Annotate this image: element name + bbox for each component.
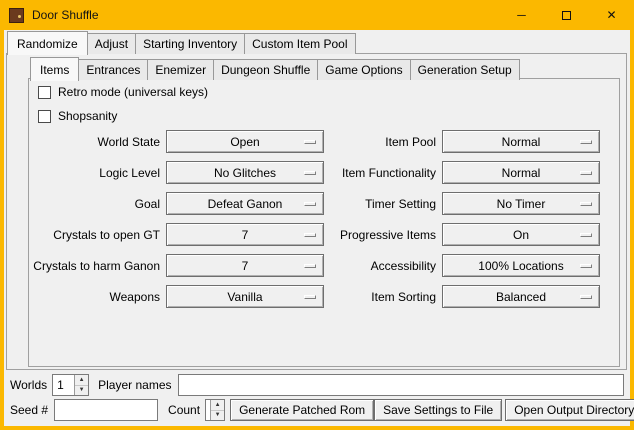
count-spinner-arrows: ▲ ▼ xyxy=(210,400,224,420)
goal-label: Goal xyxy=(32,197,160,211)
tab-items[interactable]: Items xyxy=(30,57,79,81)
seed-label: Seed # xyxy=(10,403,48,417)
dropdown-indicator-icon xyxy=(580,264,592,268)
client-area: Randomize Adjust Starting Inventory Cust… xyxy=(4,30,630,426)
retro-mode-checkbox[interactable] xyxy=(38,86,51,99)
item-functionality-label: Item Functionality xyxy=(330,166,436,180)
dropdown-indicator-icon xyxy=(580,202,592,206)
worlds-row: Worlds ▲ ▼ Player names xyxy=(10,374,624,396)
item-pool-label: Item Pool xyxy=(330,135,436,149)
accessibility-dropdown[interactable]: 100% Locations xyxy=(442,254,600,277)
tab-starting-inventory[interactable]: Starting Inventory xyxy=(135,33,245,54)
window-controls: ─ ✕ xyxy=(499,0,634,30)
accessibility-label: Accessibility xyxy=(330,259,436,273)
shopsanity-row: Shopsanity xyxy=(38,109,117,123)
save-settings-button[interactable]: Save Settings to File xyxy=(374,399,502,421)
crystals-gt-label: Crystals to open GT xyxy=(32,228,160,242)
weapons-label: Weapons xyxy=(32,290,160,304)
maximize-icon xyxy=(562,11,571,20)
shopsanity-label: Shopsanity xyxy=(58,109,117,123)
item-functionality-dropdown[interactable]: Normal xyxy=(442,161,600,184)
dropdown-indicator-icon xyxy=(580,295,592,299)
seed-row: Seed # Count ▲ ▼ Generate Patched Rom Sa… xyxy=(10,399,624,421)
title-bar: Door Shuffle ─ ✕ xyxy=(0,0,634,30)
spinner-down-icon[interactable]: ▼ xyxy=(211,410,224,421)
goal-value: Defeat Ganon xyxy=(208,197,283,211)
dropdown-indicator-icon xyxy=(580,233,592,237)
tab-generation-setup[interactable]: Generation Setup xyxy=(410,59,520,80)
sub-tab-bar: Items Entrances Enemizer Dungeon Shuffle… xyxy=(30,57,520,80)
logic-level-value: No Glitches xyxy=(214,166,276,180)
crystals-ganon-value: 7 xyxy=(242,259,249,273)
retro-mode-label: Retro mode (universal keys) xyxy=(58,85,208,99)
minimize-icon: ─ xyxy=(517,8,526,22)
dropdown-indicator-icon xyxy=(304,295,316,299)
timer-setting-dropdown[interactable]: No Timer xyxy=(442,192,600,215)
logic-level-dropdown[interactable]: No Glitches xyxy=(166,161,324,184)
tab-enemizer[interactable]: Enemizer xyxy=(147,59,214,80)
tab-dungeon-shuffle[interactable]: Dungeon Shuffle xyxy=(213,59,318,80)
dropdown-indicator-icon xyxy=(304,233,316,237)
item-pool-value: Normal xyxy=(502,135,541,149)
close-icon: ✕ xyxy=(606,8,616,22)
goal-dropdown[interactable]: Defeat Ganon xyxy=(166,192,324,215)
weapons-value: Vanilla xyxy=(227,290,262,304)
spinner-down-icon[interactable]: ▼ xyxy=(75,385,88,396)
tab-game-options[interactable]: Game Options xyxy=(317,59,410,80)
worlds-spinner-arrows: ▲ ▼ xyxy=(74,375,88,395)
minimize-button[interactable]: ─ xyxy=(499,0,544,30)
worlds-spinner[interactable]: ▲ ▼ xyxy=(52,374,89,396)
progressive-items-label: Progressive Items xyxy=(330,228,436,242)
world-state-label: World State xyxy=(32,135,160,149)
progressive-items-dropdown[interactable]: On xyxy=(442,223,600,246)
item-sorting-value: Balanced xyxy=(496,290,546,304)
timer-setting-value: No Timer xyxy=(497,197,546,211)
window-title: Door Shuffle xyxy=(32,8,99,22)
world-state-value: Open xyxy=(230,135,259,149)
player-names-label: Player names xyxy=(98,378,171,392)
dropdown-indicator-icon xyxy=(304,264,316,268)
item-pool-dropdown[interactable]: Normal xyxy=(442,130,600,153)
tab-adjust[interactable]: Adjust xyxy=(87,33,136,54)
crystals-ganon-label: Crystals to harm Ganon xyxy=(32,259,160,273)
item-sorting-dropdown[interactable]: Balanced xyxy=(442,285,600,308)
dropdown-indicator-icon xyxy=(304,171,316,175)
tab-randomize[interactable]: Randomize xyxy=(7,31,88,55)
player-names-input[interactable] xyxy=(178,374,625,396)
worlds-input[interactable] xyxy=(53,375,74,395)
tab-entrances[interactable]: Entrances xyxy=(78,59,148,80)
generate-patched-rom-button[interactable]: Generate Patched Rom xyxy=(230,399,374,421)
weapons-dropdown[interactable]: Vanilla xyxy=(166,285,324,308)
count-spinner[interactable]: ▲ ▼ xyxy=(205,399,225,421)
logic-level-label: Logic Level xyxy=(32,166,160,180)
worlds-label: Worlds xyxy=(10,378,47,392)
crystals-gt-value: 7 xyxy=(242,228,249,242)
seed-input[interactable] xyxy=(54,399,158,421)
shopsanity-checkbox[interactable] xyxy=(38,110,51,123)
dropdown-indicator-icon xyxy=(304,140,316,144)
dropdown-indicator-icon xyxy=(304,202,316,206)
accessibility-value: 100% Locations xyxy=(478,259,563,273)
open-output-directory-button[interactable]: Open Output Directory xyxy=(505,399,634,421)
close-button[interactable]: ✕ xyxy=(589,0,634,30)
tab-custom-item-pool[interactable]: Custom Item Pool xyxy=(244,33,355,54)
maximize-button[interactable] xyxy=(544,0,589,30)
app-window: Door Shuffle ─ ✕ Randomize Adjust Starti… xyxy=(0,0,634,430)
world-state-dropdown[interactable]: Open xyxy=(166,130,324,153)
main-tab-bar: Randomize Adjust Starting Inventory Cust… xyxy=(7,31,356,54)
progressive-items-value: On xyxy=(513,228,529,242)
spinner-up-icon[interactable]: ▲ xyxy=(211,400,224,410)
timer-setting-label: Timer Setting xyxy=(330,197,436,211)
spinner-up-icon[interactable]: ▲ xyxy=(75,375,88,385)
dropdown-indicator-icon xyxy=(580,171,592,175)
app-icon[interactable] xyxy=(9,8,24,23)
item-functionality-value: Normal xyxy=(502,166,541,180)
crystals-gt-dropdown[interactable]: 7 xyxy=(166,223,324,246)
item-sorting-label: Item Sorting xyxy=(330,290,436,304)
crystals-ganon-dropdown[interactable]: 7 xyxy=(166,254,324,277)
count-label: Count xyxy=(168,403,200,417)
retro-mode-row: Retro mode (universal keys) xyxy=(38,85,208,99)
options-grid: World State Open Item Pool Normal Logic … xyxy=(32,130,600,308)
dropdown-indicator-icon xyxy=(580,140,592,144)
